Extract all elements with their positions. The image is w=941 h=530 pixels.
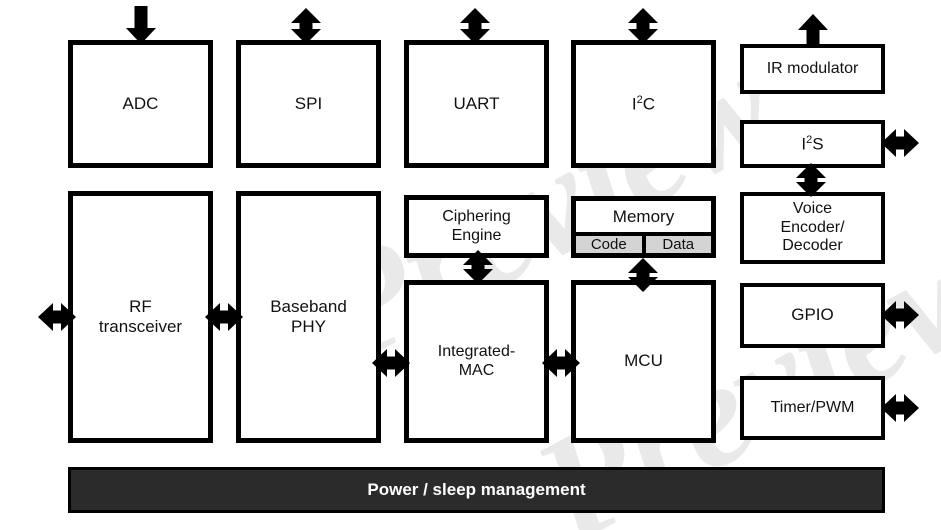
block-integrated-mac-label: Integrated- MAC [434,343,519,381]
arrow-ir-modulator-output [798,14,828,48]
block-adc[interactable]: ADC [68,40,213,168]
voice-codec-line-2: Encoder/ [780,218,845,236]
block-mcu[interactable]: MCU [571,280,716,443]
arrow-uart-external [460,8,490,44]
block-integrated-mac[interactable]: Integrated- MAC [404,280,549,443]
block-ciphering-engine[interactable]: Ciphering Engine [404,195,549,258]
block-mcu-label: MCU [624,351,663,371]
memory-title: Memory [576,201,711,232]
block-gpio-label: GPIO [791,305,834,325]
block-spi-label: SPI [294,93,323,113]
memory-cell-data[interactable]: Data [645,236,711,253]
arrow-i2s-external [881,128,919,158]
arrow-spi-external [291,8,321,44]
block-ciphering-engine-label: Ciphering Engine [438,208,514,246]
block-i2s[interactable]: I2S [740,120,885,168]
block-i2s-label: I2S [801,133,824,154]
block-baseband-phy[interactable]: Baseband PHY [236,191,381,443]
arrow-timer-pwm-external [881,393,919,423]
block-voice-codec[interactable]: Voice Encoder/ Decoder [740,192,885,264]
rf-transceiver-line-1: RF [129,296,152,316]
arrow-adc-external [126,6,156,44]
block-rf-transceiver-label: RF transceiver [95,297,186,337]
block-rf-transceiver[interactable]: RF transceiver [68,191,213,443]
power-sleep-management-label: Power / sleep management [367,480,586,499]
arrow-rf-antenna [38,302,76,332]
block-uart-label: UART [453,93,500,113]
arrow-memory-to-mcu [628,258,658,292]
arrow-i2c-external [628,8,658,44]
memory-cells: Code Data [576,232,711,253]
block-ir-modulator[interactable]: IR modulator [740,44,885,94]
block-diagram-canvas: Preview Preview [0,0,941,530]
voice-codec-line-1: Voice [792,199,833,217]
block-power-sleep-management[interactable]: Power / sleep management [68,467,885,513]
ciphering-engine-line-1: Ciphering [442,207,511,225]
voice-codec-line-3: Decoder [782,237,843,255]
arrow-i2s-to-voice-codec [796,163,826,197]
block-voice-codec-label: Voice Encoder/ Decoder [776,200,848,257]
block-baseband-phy-label: Baseband PHY [266,297,351,337]
rf-transceiver-line-2: transceiver [98,317,183,336]
block-spi[interactable]: SPI [236,40,381,168]
baseband-phy-line-2: PHY [291,317,326,336]
block-i2c[interactable]: I2C [571,40,716,168]
memory-cell-code[interactable]: Code [576,236,646,253]
block-timer-pwm-label: Timer/PWM [770,398,855,416]
integrated-mac-line-1: Integrated- [437,342,516,360]
arrow-baseband-to-mac [372,348,410,378]
block-timer-pwm[interactable]: Timer/PWM [740,376,885,440]
arrow-ciphering-to-mac [463,250,493,284]
arrow-rf-to-baseband [205,302,243,332]
block-adc-label: ADC [122,93,159,113]
arrow-mac-to-mcu [542,348,580,378]
baseband-phy-line-1: Baseband [270,296,347,316]
block-ir-modulator-label: IR modulator [766,59,859,77]
arrow-gpio-external [881,300,919,330]
block-memory[interactable]: Memory Code Data [571,196,716,258]
integrated-mac-line-2: MAC [458,361,495,379]
block-i2c-label: I2C [631,93,656,114]
block-uart[interactable]: UART [404,40,549,168]
ciphering-engine-line-2: Engine [451,226,502,244]
block-gpio[interactable]: GPIO [740,283,885,348]
